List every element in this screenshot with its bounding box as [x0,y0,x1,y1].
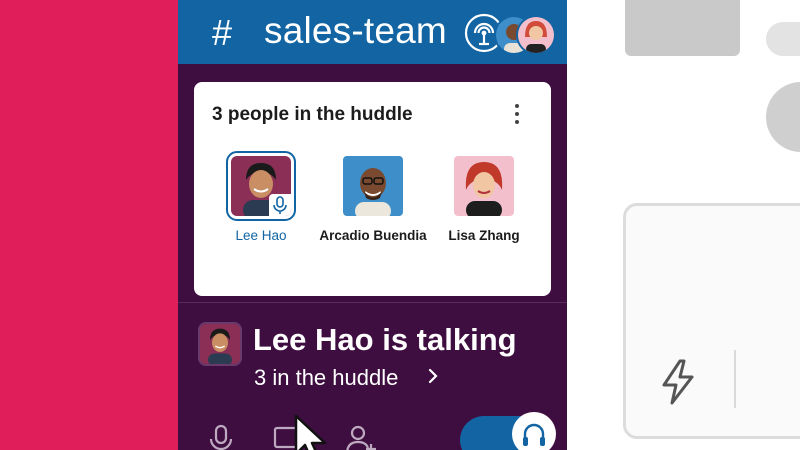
huddle-popup: 3 people in the huddle Lee Hao Arcadio B… [194,82,551,296]
huddle-app-panel: # sales-team 3 people in the huddle Lee … [178,0,567,450]
channel-hash-icon: # [212,12,233,53]
add-person-icon[interactable] [344,422,378,450]
mic-badge [269,194,291,216]
huddle-count-link[interactable]: 3 in the huddle [254,365,398,391]
section-divider [178,302,567,303]
talker-avatar [198,322,242,366]
channel-name[interactable]: sales-team [264,10,447,52]
placeholder-card [623,203,800,439]
microphone-icon [273,196,287,214]
toggle-knob[interactable] [512,412,556,450]
header-avatar-lisa [516,15,556,55]
avatar[interactable] [454,156,514,216]
chevron-right-icon[interactable] [426,367,440,385]
headphones-icon [523,423,545,446]
placeholder-pill [766,22,800,56]
talker-status-title: Lee Hao is talking [253,322,517,357]
brand-background-left [0,0,178,450]
microphone-icon[interactable] [204,422,238,450]
participant-name: Lee Hao [235,228,287,243]
participant-name: Arcadio Buendia [319,228,427,243]
channel-header[interactable]: # sales-team [178,0,567,64]
mouse-pointer-icon [294,414,327,450]
participant-lisa-zhang[interactable]: Lisa Zhang [429,156,539,243]
avatar[interactable] [343,156,403,216]
placeholder-block [625,0,740,56]
participant-lee-hao[interactable]: Lee Hao [206,151,316,243]
participant-name: Lisa Zhang [448,228,520,243]
more-vertical-icon[interactable] [512,102,522,126]
lightning-bolt-icon [662,359,694,405]
placeholder-divider [734,350,736,408]
avatar[interactable] [226,151,296,221]
participant-arcadio-buendia[interactable]: Arcadio Buendia [318,156,428,243]
popup-title: 3 people in the huddle [212,104,413,125]
